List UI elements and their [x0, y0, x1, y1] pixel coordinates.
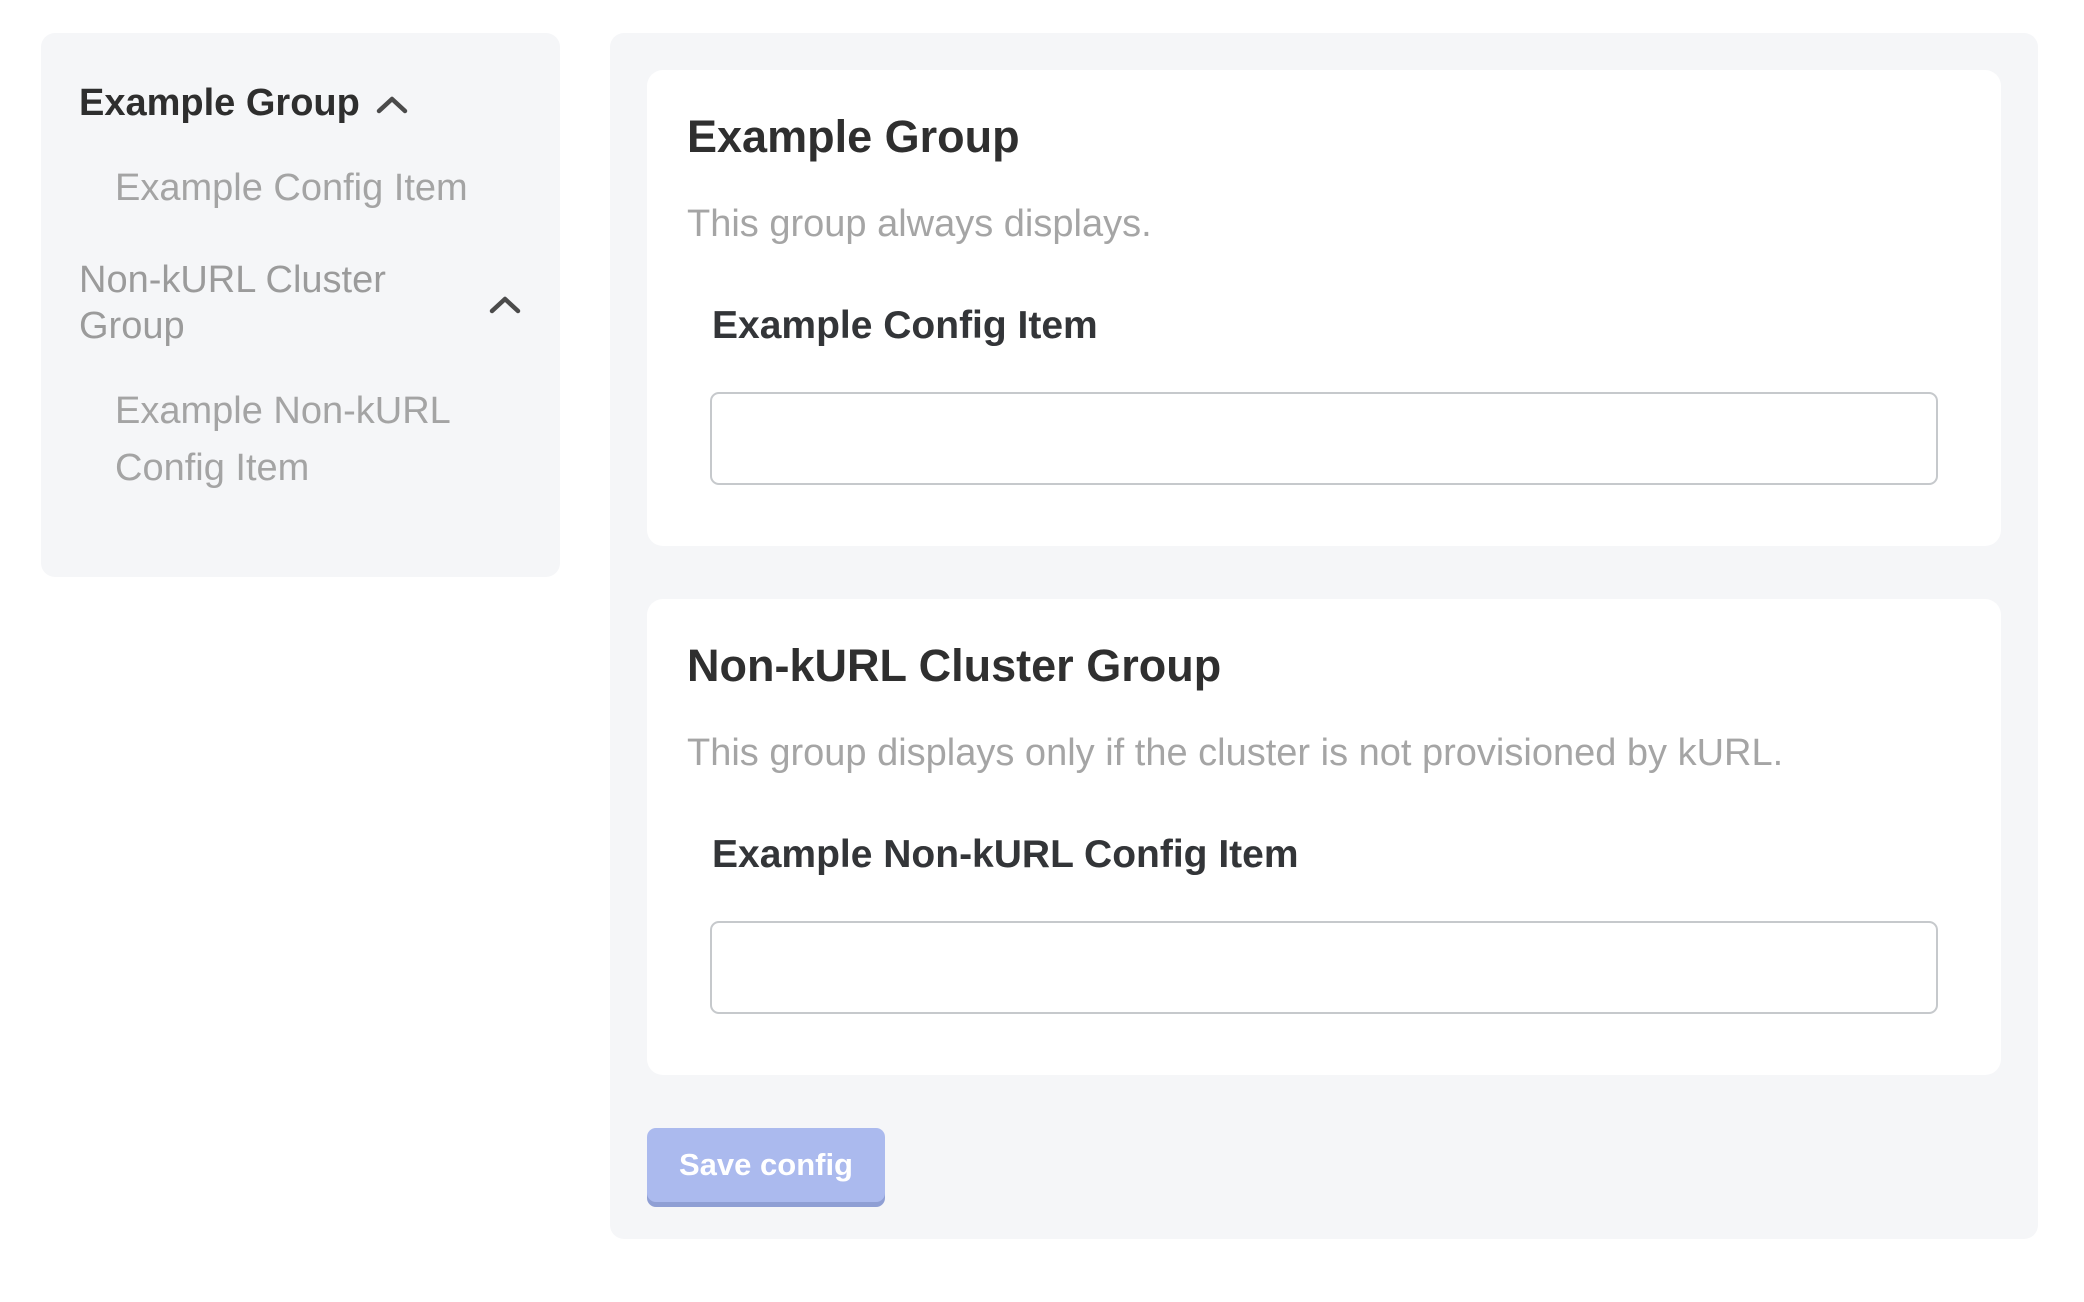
config-item: Example Non-kURL Config Item	[710, 833, 1938, 1014]
config-item-label: Example Non-kURL Config Item	[710, 833, 1938, 877]
sidebar-group-label: Example Group	[79, 80, 360, 126]
config-group-card-non-kurl-cluster-group: Non-kURL Cluster Group This group displa…	[647, 599, 2001, 1075]
chevron-up-icon[interactable]	[375, 94, 409, 115]
example-non-kurl-config-item-input[interactable]	[710, 921, 1938, 1014]
config-item-label: Example Config Item	[710, 304, 1938, 348]
config-page: Example Group Example Config Item Non-kU…	[0, 0, 2084, 1298]
group-description: This group displays only if the cluster …	[687, 731, 1961, 775]
sidebar-item-example-config-item[interactable]: Example Config Item	[115, 160, 515, 217]
config-content-panel: Example Group This group always displays…	[610, 33, 2038, 1239]
config-group-card-example-group: Example Group This group always displays…	[647, 70, 2001, 546]
example-config-item-input[interactable]	[710, 392, 1938, 485]
sidebar-group-example-group[interactable]: Example Group	[79, 80, 522, 126]
group-title: Non-kURL Cluster Group	[687, 641, 1961, 691]
config-item: Example Config Item	[710, 304, 1938, 485]
sidebar-group-label: Non-kURL Cluster Group	[79, 257, 473, 349]
sidebar-group-non-kurl-cluster-group[interactable]: Non-kURL Cluster Group	[79, 257, 522, 349]
nav-group-non-kurl-cluster-group: Non-kURL Cluster Group Example Non-kURL …	[79, 257, 522, 497]
save-config-button[interactable]: Save config	[647, 1128, 885, 1202]
chevron-up-icon[interactable]	[488, 294, 522, 315]
group-description: This group always displays.	[687, 202, 1961, 246]
nav-group-example-group: Example Group Example Config Item	[79, 80, 522, 217]
sidebar-item-example-non-kurl-config-item[interactable]: Example Non-kURL Config Item	[115, 383, 515, 497]
group-title: Example Group	[687, 112, 1961, 162]
config-nav-sidebar: Example Group Example Config Item Non-kU…	[41, 33, 560, 577]
